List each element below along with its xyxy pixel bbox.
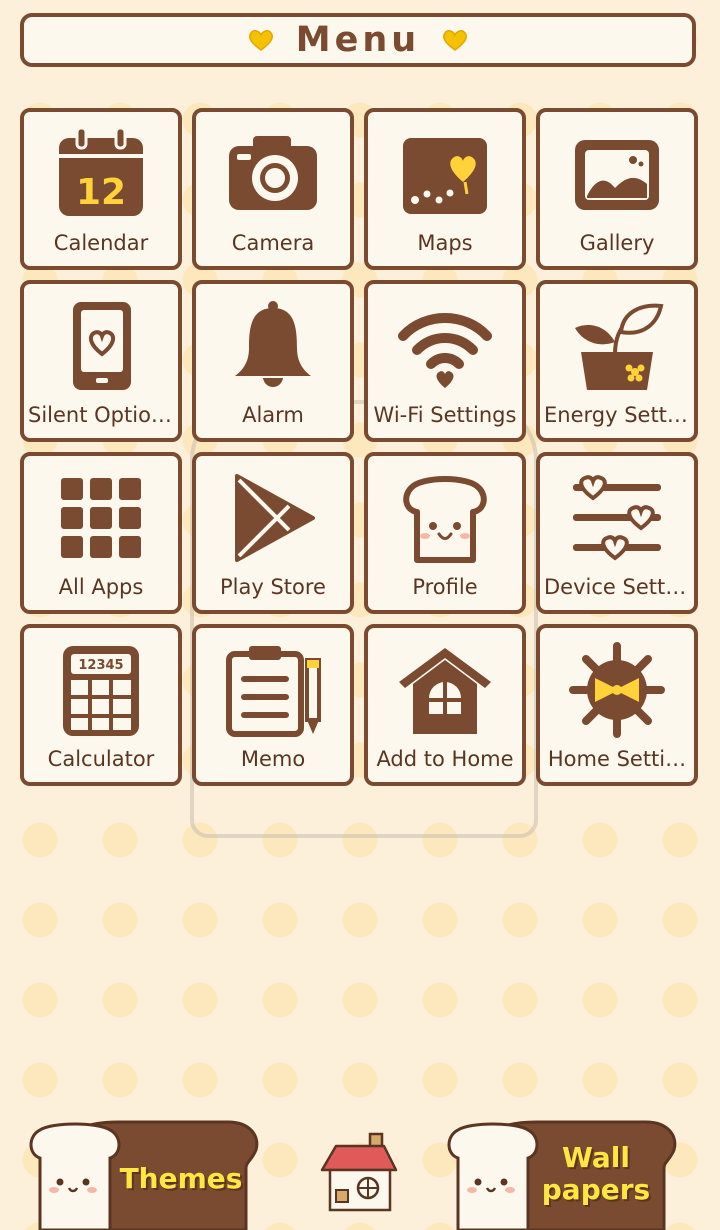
tile-label: Alarm [242,403,304,427]
tile-label: All Apps [58,575,144,599]
tile-label: Camera [231,231,315,255]
clipboard-icon [226,646,321,737]
themes-label: Themes [119,1162,243,1195]
tile-label: Home Setti… [547,747,687,771]
tile-calendar[interactable]: 12 Calendar [20,108,182,270]
tile-label: Wi-Fi Settings [373,403,517,427]
tile-label: Calculator [47,747,155,771]
tile-play-store[interactable]: Play Store [192,452,354,614]
tile-device-settings[interactable]: Device Setti… [536,452,698,614]
house-icon [399,648,491,734]
themes-button[interactable]: Themes [28,1118,260,1230]
toast-face-icon [403,476,487,563]
tile-energy-settings[interactable]: Energy Setti… [536,280,698,442]
tile-add-to-home[interactable]: Add to Home [364,624,526,786]
wifi-icon [398,313,492,388]
tile-label: Add to Home [376,747,514,771]
tile-label: Profile [412,575,478,599]
tile-profile[interactable]: Profile [364,452,526,614]
tile-calculator[interactable]: 12345 Calculator [20,624,182,786]
phone-heart-icon [73,302,131,390]
home-button[interactable] [318,1130,400,1216]
gear-bow-icon [569,642,665,738]
wallpapers-label: Wall papers [526,1142,666,1206]
heart-icon [443,30,468,51]
map-icon [403,138,487,214]
gallery-icon [575,140,659,210]
wallpapers-label-line2: papers [541,1173,651,1206]
heart-icon [248,30,273,51]
tile-label: Play Store [220,575,326,599]
bell-icon [235,301,311,387]
tile-label: Device Setti… [544,575,690,599]
tile-wifi-settings[interactable]: Wi-Fi Settings [364,280,526,442]
tile-maps[interactable]: Maps [364,108,526,270]
wallpapers-label-line1: Wall [562,1141,630,1174]
tile-camera[interactable]: Camera [192,108,354,270]
sliders-icon [573,475,661,561]
calendar-icon: 12 [59,126,143,216]
apps-grid-icon [61,478,141,558]
tile-gallery[interactable]: Gallery [536,108,698,270]
tile-label: Energy Setti… [544,403,690,427]
camera-icon [229,136,317,210]
plant-icon [575,303,664,390]
tile-alarm[interactable]: Alarm [192,280,354,442]
page-title: Menu [295,20,421,60]
home-house-icon [320,1132,398,1212]
tile-silent-options[interactable]: Silent Options [20,280,182,442]
tile-label: Gallery [579,231,655,255]
svg-text:12345: 12345 [78,658,123,673]
calculator-icon: 12345 [63,646,139,736]
menu-header: Menu [20,13,696,67]
tile-home-settings[interactable]: Home Setti… [536,624,698,786]
tile-label: Maps [417,231,473,255]
app-grid: 12 Calendar Camera Maps Gallery Silent O… [20,108,698,786]
wallpapers-button[interactable]: Wall papers [446,1118,678,1230]
tile-all-apps[interactable]: All Apps [20,452,182,614]
tile-label: Memo [240,747,306,771]
tile-memo[interactable]: Memo [192,624,354,786]
tile-label: Silent Options [28,403,174,427]
tile-label: Calendar [53,231,149,255]
play-store-icon [235,474,315,562]
svg-text:12: 12 [76,172,126,213]
